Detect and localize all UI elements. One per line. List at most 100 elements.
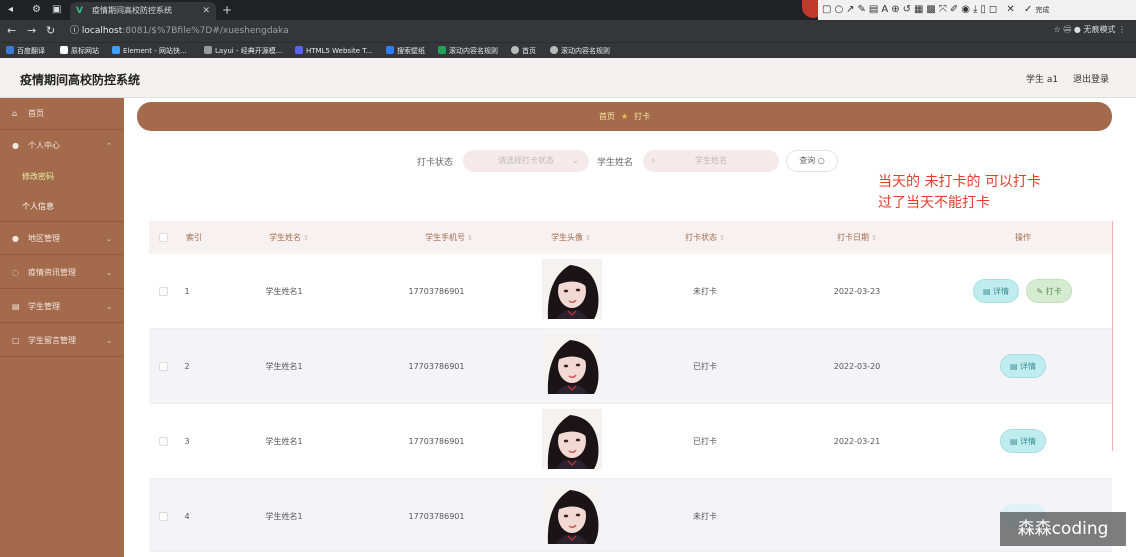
bookmark-item[interactable]: 滚动内容名规则 [438,45,498,57]
annotation-done[interactable]: 完成 [1035,6,1049,14]
sidebar-item-home[interactable]: ⌂ 首页 [0,98,124,130]
table-header: 索引 学生姓名 ⇕ 学生手机号 ⇕ 学生头像 ⇕ 打卡状态 ⇕ 打卡日期 ⇕ 操作 [149,221,1112,254]
row-date [807,479,907,554]
col-date[interactable]: 打卡日期 ⇕ [807,221,907,254]
table-row[interactable]: 2 学生姓名1 17703786901 已打卡 2022-03-20 ▤ 详情 [149,329,1112,404]
tab-overview-icon[interactable]: ▣ [52,4,61,15]
search-icon: ○ [817,156,825,165]
bookmark-item[interactable]: 滚动内容名规则 [550,45,610,57]
student-avatar-image [542,409,602,469]
breadcrumb-home[interactable]: 首页 [599,112,615,121]
bookmark-item[interactable]: 首页 [511,45,536,57]
chevron-down-icon: ⌄ [106,303,112,311]
sidebar-item-messages[interactable]: ▢ 学生留言管理 ⌄ [0,325,124,357]
document-icon: ▤ [1009,437,1018,446]
annotation-line-1: 当天的 未打卡的 可以打卡 [878,174,1041,190]
avatar [542,484,602,544]
col-student-name[interactable]: 学生姓名 ⇕ [239,221,339,254]
row-index: 4 [184,512,190,521]
select-all-checkbox[interactable] [159,233,168,242]
row-date: 2022-03-20 [833,362,881,371]
avatar [542,409,602,469]
bookmark-item[interactable]: Layui - 经典开源模... [204,45,282,57]
detail-button[interactable]: ▤ 详情 [1000,354,1046,378]
status-filter-select[interactable]: 请选择打卡状态 ⌄ [463,150,589,172]
url-path: :8081/$%7Bfile%7D#/xueshengdaka [122,26,289,36]
row-checkbox[interactable] [159,362,168,371]
sidebar-item-personal-info[interactable]: 个人信息 [0,192,124,222]
detail-button[interactable]: ▤ 详情 [1000,429,1046,453]
row-phone: 17703786901 [408,287,465,296]
col-phone[interactable]: 学生手机号 ⇕ [399,221,499,254]
annotation-line-2: 过了当天不能打卡 [878,195,990,211]
table-right-border [1112,221,1113,451]
bookmark-item[interactable]: 百度翻译 [6,45,45,57]
row-student-name: 学生姓名1 [265,287,303,296]
row-phone: 17703786901 [408,437,465,446]
sidebar-item-region[interactable]: ● 地区管理 ⌄ [0,223,124,255]
row-checkbox[interactable] [159,287,168,296]
incognito-label[interactable]: ☆ ≡⃝ ● 无痕模式 ⋮ [1054,24,1126,35]
student-avatar-image [542,484,602,544]
row-student-name: 学生姓名1 [265,362,303,371]
bookmark-item[interactable]: Element - 网站快... [112,45,187,57]
row-phone: 17703786901 [408,512,465,521]
forward-icon[interactable]: → [27,24,36,37]
info-icon: ◌ [12,268,19,277]
search-bar: 打卡状态 请选择打卡状态 ⌄ 学生姓名 ⌕ 学生姓名 [0,148,1136,174]
list-icon: ▤ [12,302,20,311]
edit-icon: ✎ [1036,287,1044,296]
user-icon: ● [12,234,19,243]
sidebar-item-students[interactable]: ▤ 学生管理 ⌄ [0,291,124,323]
detail-button[interactable]: ▤ 详情 [973,279,1019,303]
row-student-name: 学生姓名1 [265,437,303,446]
row-checkbox[interactable] [159,512,168,521]
table-row[interactable]: 1 学生姓名1 17703786901 未打卡 2022-03-23 ▤ 详情 ✎ 打卡 [149,254,1112,329]
bookmark-item[interactable]: HTML5 Website T... [295,45,372,57]
row-phone: 17703786901 [408,362,465,371]
chevron-down-icon: ⌄ [106,337,112,345]
row-status: 已打卡 [693,362,717,371]
sort-icon: ⇕ [719,234,725,242]
watermark: 森森coding [1000,512,1126,546]
col-status[interactable]: 打卡状态 ⇕ [655,221,755,254]
chevron-down-icon: ⌄ [572,156,579,165]
browser-settings-icon[interactable]: ⚙ [32,4,41,15]
menu-icon[interactable]: ◂ [8,4,13,15]
punch-button[interactable]: ✎ 打卡 [1026,279,1072,303]
bookmark-item[interactable]: 搜索壁纸 [386,45,425,57]
page-title: 疫情期间高校防控系统 [20,73,141,87]
home-icon: ⌂ [12,109,18,118]
sidebar-item-epidemic-news[interactable]: ◌ 疫情资讯管理 ⌄ [0,257,124,289]
table-row[interactable]: 3 学生姓名1 17703786901 已打卡 2022-03-21 ▤ 详情 [149,404,1112,479]
col-avatar[interactable]: 学生头像 ⇕ [521,221,621,254]
browser-tab[interactable]: V 疫情期间高校防控系统 ✕ [70,2,216,20]
new-tab-icon[interactable]: + [222,3,232,17]
row-status: 未打卡 [693,287,717,296]
annotation-tools[interactable]: ▢○↗✎▤A⊕↺▦▩⤧✐◉⤓▯◻ ✕ ✓完成 [818,0,1136,20]
student-name-input[interactable]: ⌕ 学生姓名 [643,150,779,172]
message-icon: ▢ [12,336,20,345]
document-icon: ▤ [982,287,991,296]
close-tab-icon[interactable]: ✕ [202,2,210,20]
logout-link[interactable]: 退出登录 [1073,72,1109,85]
chevron-down-icon: ⌄ [106,235,112,243]
url-input[interactable]: ⓘ localhost:8081/$%7Bfile%7D#/xueshengda… [66,23,766,39]
reload-icon[interactable]: ↻ [46,24,55,37]
sort-icon: ⇕ [585,234,591,242]
row-index: 2 [184,362,190,371]
row-index: 1 [184,287,190,296]
address-bar-row: ← → ↻ ⓘ localhost:8081/$%7Bfile%7D#/xues… [0,20,1136,42]
row-date: 2022-03-23 [833,287,881,296]
document-icon: ▤ [1009,362,1018,371]
col-index: 索引 [186,233,202,242]
query-button[interactable]: 查询 ○ [786,150,838,172]
sort-icon: ⇕ [467,234,473,242]
annotation-note: 当天的 未打卡的 可以打卡 过了当天不能打卡 [878,172,1041,214]
bookmark-item[interactable]: 原标网站 [60,45,99,57]
current-user: 学生 a1 [1026,75,1059,85]
table-row[interactable]: 4 学生姓名1 17703786901 未打卡 [149,479,1112,552]
url-host: localhost [81,26,123,36]
row-checkbox[interactable] [159,437,168,446]
back-icon[interactable]: ← [7,24,16,37]
